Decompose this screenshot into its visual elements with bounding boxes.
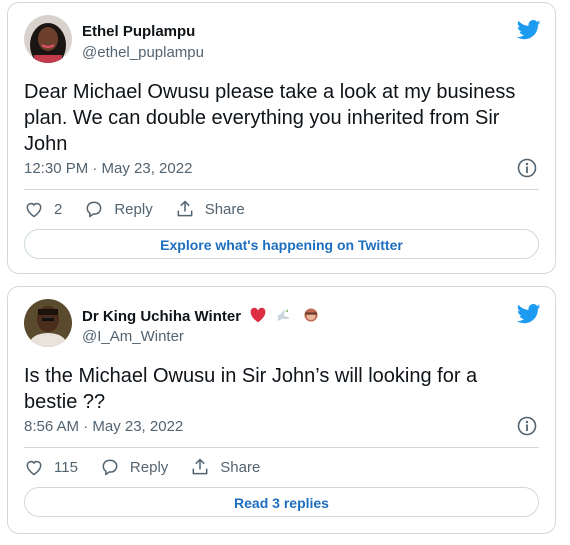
share-button[interactable]: Share xyxy=(190,457,260,477)
author-name[interactable]: Ethel Puplampu xyxy=(82,23,195,40)
avatar[interactable] xyxy=(24,15,72,63)
explore-twitter-button[interactable]: Explore what's happening on Twitter xyxy=(24,229,539,259)
share-icon xyxy=(177,200,193,217)
tweet-timestamp[interactable]: 8:56 AM · May 23, 2022 xyxy=(24,418,183,435)
author-handle[interactable]: @I_Am_Winter xyxy=(82,328,184,345)
reply-button[interactable]: Reply xyxy=(100,457,168,477)
heart-icon xyxy=(26,460,42,476)
monkey-emoji xyxy=(304,308,318,322)
reply-icon xyxy=(102,459,118,476)
tweet-timestamp[interactable]: 12:30 PM · May 23, 2022 xyxy=(24,160,192,177)
tweet-text: Dear Michael Owusu please take a look at… xyxy=(24,81,516,155)
reply-icon xyxy=(86,201,102,218)
reply-label: Reply xyxy=(114,200,153,218)
avatar[interactable] xyxy=(24,299,72,347)
reply-label: Reply xyxy=(129,458,169,476)
info-icon[interactable] xyxy=(517,416,537,436)
twitter-bird-icon[interactable] xyxy=(517,19,541,41)
divider xyxy=(24,447,539,448)
twitter-bird-icon[interactable] xyxy=(517,303,541,325)
info-icon[interactable] xyxy=(517,158,537,178)
share-label: Share xyxy=(220,458,261,476)
tweet-actions: 115 Reply Share xyxy=(24,457,282,477)
heart-icon xyxy=(26,202,42,218)
read-replies-button[interactable]: Read 3 replies xyxy=(24,487,539,517)
tweet-actions: 2 Reply Share xyxy=(24,199,267,219)
tweet-card-2: Dr King Uchiha Winter @I_Am_Winter Is th… xyxy=(7,286,556,534)
like-count: 2 xyxy=(54,200,63,218)
like-button[interactable]: 2 xyxy=(24,199,62,219)
author-name-row: Dr King Uchiha Winter xyxy=(82,307,320,325)
tweet-card-1: Ethel Puplampu @ethel_puplampu Dear Mich… xyxy=(7,2,556,274)
reply-button[interactable]: Reply xyxy=(84,199,153,219)
share-icon xyxy=(192,458,208,475)
dove-emoji xyxy=(277,309,291,321)
divider xyxy=(24,189,539,190)
share-button[interactable]: Share xyxy=(175,199,245,219)
author-name[interactable]: Dr King Uchiha Winter xyxy=(82,308,241,325)
share-label: Share xyxy=(204,200,245,218)
red-heart-emoji xyxy=(250,307,266,323)
author-handle[interactable]: @ethel_puplampu xyxy=(82,44,204,61)
tweet-text: Is the Michael Owusu in Sir John’s will … xyxy=(24,365,478,413)
like-button[interactable]: 115 xyxy=(24,457,78,477)
like-count: 115 xyxy=(54,458,78,476)
